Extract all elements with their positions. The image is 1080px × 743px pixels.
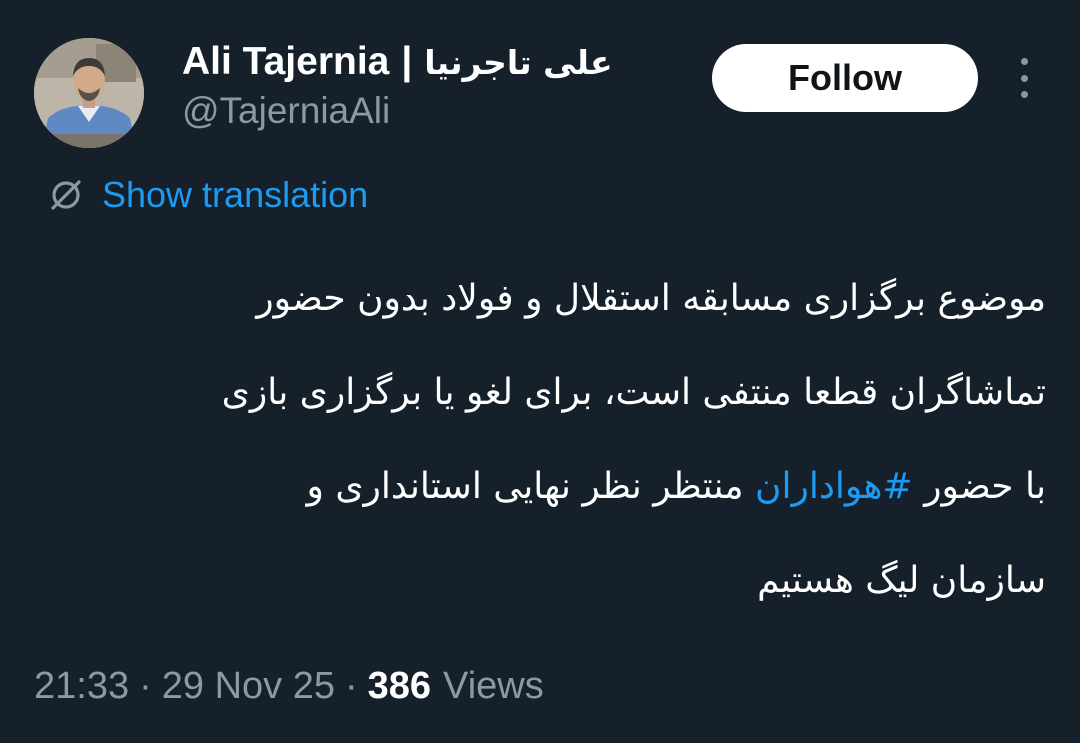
meta-separator: · [139,664,152,707]
tweet-text-line: سازمان لیگ هستیم [757,560,1046,601]
more-options-button[interactable] [1008,58,1040,98]
author-name-separator: | [401,40,413,83]
views-count: 386 [367,664,432,707]
more-vertical-icon-dot [1020,74,1028,82]
follow-button[interactable]: Follow [712,44,978,112]
show-translation-link[interactable]: Show translation [44,168,368,222]
more-vertical-icon [1020,58,1028,65]
avatar[interactable] [34,38,144,148]
author-display-name[interactable]: Ali Tajernia | علی تاجرنیا [182,36,613,88]
translate-icon [51,180,81,210]
tweet-card: Ali Tajernia | علی تاجرنیا @TajerniaAli … [0,0,1080,743]
tweet-time[interactable]: 21:33 [34,665,129,708]
meta-separator: · [344,664,358,707]
author-name-en: Ali Tajernia [182,40,390,83]
hashtag-link[interactable]: #هواداران [755,466,913,507]
more-vertical-icon-dot [1020,91,1028,98]
tweet-text-segment: با حضور [924,466,1046,507]
views-label: Views [443,664,544,707]
tweet-text: موضوع برگزاری مسابقه استقلال و فولاد بدو… [16,252,1046,628]
tweet-meta: 21:33 · 29 Nov 25 · 386 Views [34,658,544,714]
author-name-fa: علی تاجرنیا [424,42,613,82]
tweet-date[interactable]: 29 Nov 25 [162,665,335,708]
tweet-text-line: موضوع برگزاری مسابقه استقلال و فولاد بدو… [256,278,1046,319]
author-handle[interactable]: @TajerniaAli [182,90,390,132]
tweet-text-line: تماشاگران قطعا منتفی است، برای لغو یا بر… [221,372,1046,413]
tweet-text-line: با حضور #هواداران منتظر نظر نهایی استاند… [16,440,1046,534]
tweet-text-segment: منتظر نظر نهایی استانداری و [306,466,744,507]
avatar-photo [34,38,144,148]
show-translation-label: Show translation [102,174,369,215]
